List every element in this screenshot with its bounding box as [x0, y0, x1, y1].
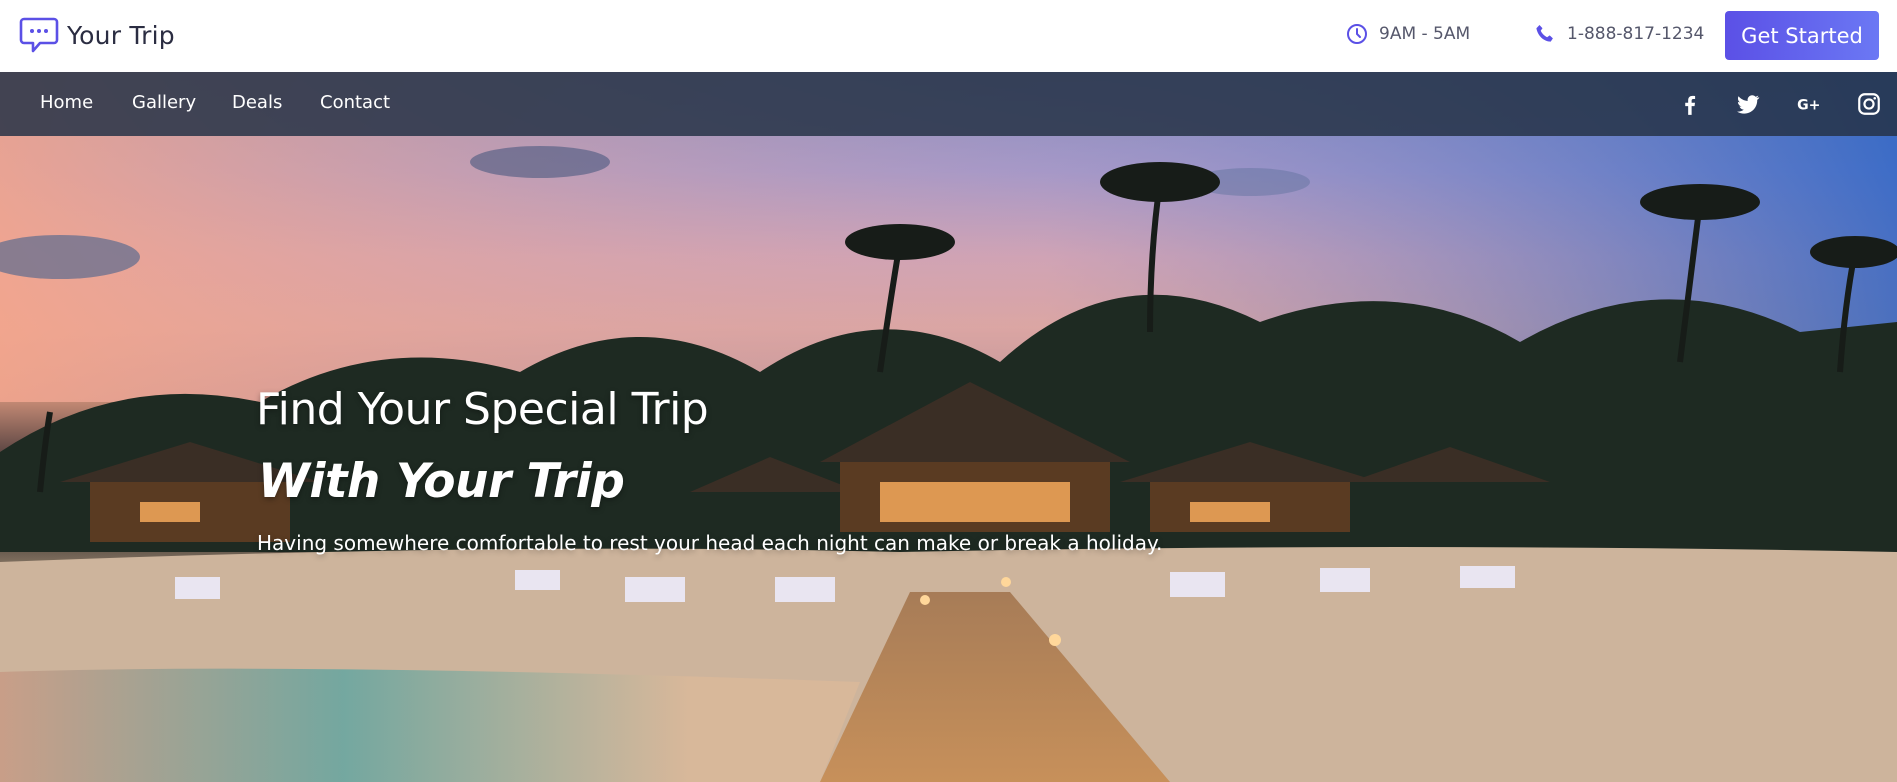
clock-icon: [1347, 24, 1367, 44]
nav-deals[interactable]: Deals: [232, 92, 282, 113]
phone-icon: [1536, 25, 1553, 42]
hero-subtitle: Having somewhere comfortable to rest you…: [257, 531, 1163, 555]
nav-contact[interactable]: Contact: [320, 92, 390, 113]
instagram-icon[interactable]: [1856, 91, 1882, 117]
logo[interactable]: Your Trip: [19, 15, 175, 55]
brand-name: Your Trip: [67, 20, 175, 50]
twitter-icon[interactable]: [1735, 91, 1761, 117]
phone-info[interactable]: 1-888-817-1234: [1533, 22, 1704, 46]
top-header: Your Trip 9AM - 5AM 1-888-817-1234 Get S…: [0, 0, 1897, 72]
hero-title: Find Your Special Trip: [256, 384, 709, 435]
phone-number[interactable]: 1-888-817-1234: [1567, 24, 1704, 44]
google-plus-icon[interactable]: G+: [1796, 91, 1822, 117]
chat-logo-icon: [19, 17, 59, 53]
nav-home[interactable]: Home: [40, 92, 93, 113]
facebook-icon[interactable]: [1677, 91, 1703, 117]
hours-text: 9AM - 5AM: [1379, 24, 1471, 44]
main-nav: Home Gallery Deals Contact G+: [0, 72, 1897, 136]
nav-gallery[interactable]: Gallery: [132, 92, 196, 113]
hours-info: 9AM - 5AM: [1345, 22, 1470, 46]
get-started-button[interactable]: Get Started: [1725, 11, 1879, 60]
svg-text:G+: G+: [1797, 97, 1820, 113]
hero-title-italic: With Your Trip: [258, 454, 625, 509]
